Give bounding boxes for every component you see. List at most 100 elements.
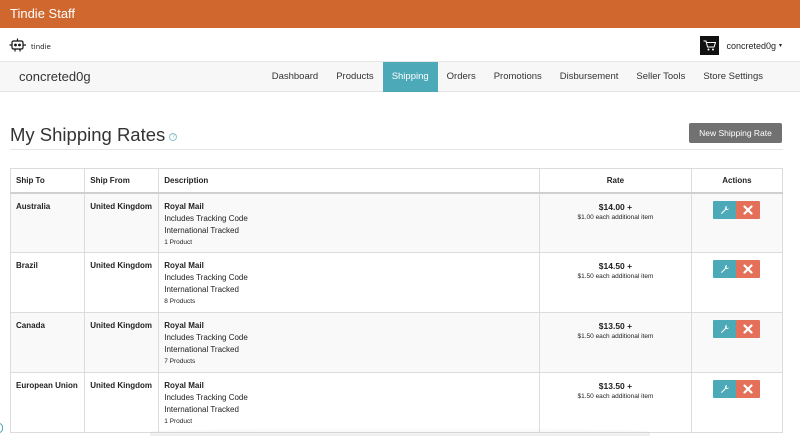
product-count: 7 Products	[164, 358, 196, 365]
carrier-name: Royal Mail	[164, 381, 204, 390]
carrier-name: Royal Mail	[164, 261, 204, 270]
logo[interactable]: tindie	[9, 37, 51, 53]
delete-button[interactable]	[736, 320, 761, 338]
cell-actions	[690, 252, 784, 313]
cell-description: Royal Mail Includes Tracking Code Internat…	[158, 372, 540, 433]
user-menu[interactable]: concreted0g ▾	[700, 36, 782, 55]
store-name: concreted0g	[19, 69, 91, 84]
close-icon	[743, 384, 754, 394]
cart-icon	[703, 40, 717, 51]
product-count: 8 Products	[164, 298, 196, 305]
table-row: Australia United Kingdom Royal Mail Include…	[9, 192, 784, 253]
description-line: Includes Tracking Code	[164, 213, 248, 223]
divider	[10, 149, 783, 150]
tab-promotions[interactable]: Promotions	[485, 62, 551, 92]
carrier-name: Royal Mail	[164, 201, 204, 211]
top-navigation: tindie concreted0g ▾	[0, 28, 800, 62]
cell-actions	[690, 312, 784, 373]
product-count: 1 Product	[164, 238, 193, 246]
chevron-down-icon: ▾	[778, 43, 782, 49]
bottom-shadow	[150, 428, 650, 436]
table-row: Brazil United Kingdom Royal Mail Includes T…	[9, 252, 784, 313]
edit-button[interactable]	[713, 200, 738, 219]
rate-amount: $13.50 +	[598, 381, 633, 391]
description-line: International Tracked	[164, 285, 239, 294]
description-line: International Tracked	[164, 405, 239, 414]
cell-rate: $13.50 + $1.50 each additional item	[538, 312, 692, 373]
rate-amount: $14.00 +	[598, 201, 633, 212]
tab-shipping[interactable]: Shipping	[382, 62, 438, 92]
rate-amount: $14.50 +	[598, 261, 633, 271]
cell-rate: $14.00 + $1.00 each additional item	[538, 192, 692, 253]
table-row: Canada United Kingdom Royal Mail Includes T…	[9, 312, 784, 373]
description-line: Includes Tracking Code	[164, 273, 248, 282]
wrench-icon	[721, 384, 730, 393]
wrench-icon	[721, 264, 730, 273]
user-name: concreted0g	[726, 40, 776, 51]
header-rate: Rate	[538, 168, 692, 194]
header-ship-from: Ship From	[84, 168, 160, 194]
close-icon	[743, 264, 754, 274]
wrench-icon	[721, 205, 730, 214]
cell-ship-to: Australia	[9, 192, 86, 253]
header-description: Description	[158, 168, 540, 194]
rate-additional: $1.50 each additional item	[577, 333, 654, 340]
rate-additional: $1.50 each additional item	[577, 273, 654, 280]
tindie-robot-icon	[9, 38, 26, 52]
cell-ship-to: European Union	[9, 372, 86, 433]
rate-additional: $1.00 each additional item	[577, 213, 654, 221]
close-icon	[743, 324, 754, 334]
staff-bar: Tindie Staff	[0, 0, 800, 28]
cell-description: Royal Mail Includes Tracking Code Internat…	[158, 252, 540, 313]
edit-button[interactable]	[713, 320, 738, 338]
cell-ship-from: United Kingdom	[84, 252, 160, 313]
avatar	[700, 36, 720, 55]
tab-products[interactable]: Products	[327, 62, 383, 92]
carrier-name: Royal Mail	[164, 321, 204, 330]
header-actions: Actions	[690, 168, 784, 194]
edit-button[interactable]	[713, 260, 738, 278]
table-header-row: Ship To Ship From Description Rate Actio…	[9, 168, 784, 194]
product-count: 1 Product	[164, 418, 193, 425]
table-row: European Union United Kingdom Royal Mail In…	[9, 372, 784, 433]
scroll-indicator[interactable]	[0, 423, 3, 433]
tab-seller-tools[interactable]: Seller Tools	[627, 62, 694, 92]
cell-ship-to: Canada	[9, 312, 86, 373]
cell-description: Royal Mail Includes Tracking Code Internat…	[158, 312, 540, 373]
store-tabs: Dashboard Products Shipping Orders Promo…	[263, 62, 800, 92]
tab-dashboard[interactable]: Dashboard	[263, 62, 327, 92]
store-bar: concreted0g Dashboard Products Shipping …	[0, 62, 800, 92]
rate-amount: $13.50 +	[598, 321, 633, 331]
delete-button[interactable]	[736, 380, 761, 398]
description-line: International Tracked	[164, 345, 239, 354]
tab-orders[interactable]: Orders	[438, 62, 485, 92]
logo-text: tindie	[31, 43, 51, 51]
cell-description: Royal Mail Includes Tracking Code Internat…	[158, 192, 540, 253]
cell-actions	[690, 372, 784, 433]
delete-button[interactable]	[736, 200, 761, 219]
cell-rate: $14.50 + $1.50 each additional item	[538, 252, 692, 313]
staff-bar-label: Tindie Staff	[10, 6, 76, 21]
description-line: Includes Tracking Code	[164, 333, 248, 342]
rate-additional: $1.50 each additional item	[577, 393, 654, 400]
cell-ship-to: Brazil	[9, 252, 86, 313]
cell-ship-from: United Kingdom	[84, 372, 160, 433]
description-line: Includes Tracking Code	[164, 393, 248, 402]
cell-ship-from: United Kingdom	[84, 192, 160, 253]
shipping-rates-table: Ship To Ship From Description Rate Actio…	[9, 168, 784, 433]
description-line: International Tracked	[164, 225, 239, 235]
header-ship-to: Ship To	[9, 168, 86, 194]
close-icon	[743, 204, 754, 215]
cell-rate: $13.50 + $1.50 each additional item	[538, 372, 692, 433]
help-icon[interactable]: ?	[169, 133, 178, 141]
tab-disbursement[interactable]: Disbursement	[551, 62, 628, 92]
cell-actions	[690, 192, 784, 253]
tab-store-settings[interactable]: Store Settings	[694, 62, 800, 92]
delete-button[interactable]	[736, 260, 761, 278]
new-shipping-rate-button[interactable]: New Shipping Rate	[689, 123, 782, 143]
page-title: My Shipping Rates ?	[10, 124, 178, 146]
wrench-icon	[721, 324, 730, 333]
cell-ship-from: United Kingdom	[84, 312, 160, 373]
page-title-text: My Shipping Rates	[10, 124, 166, 145]
edit-button[interactable]	[713, 380, 738, 398]
